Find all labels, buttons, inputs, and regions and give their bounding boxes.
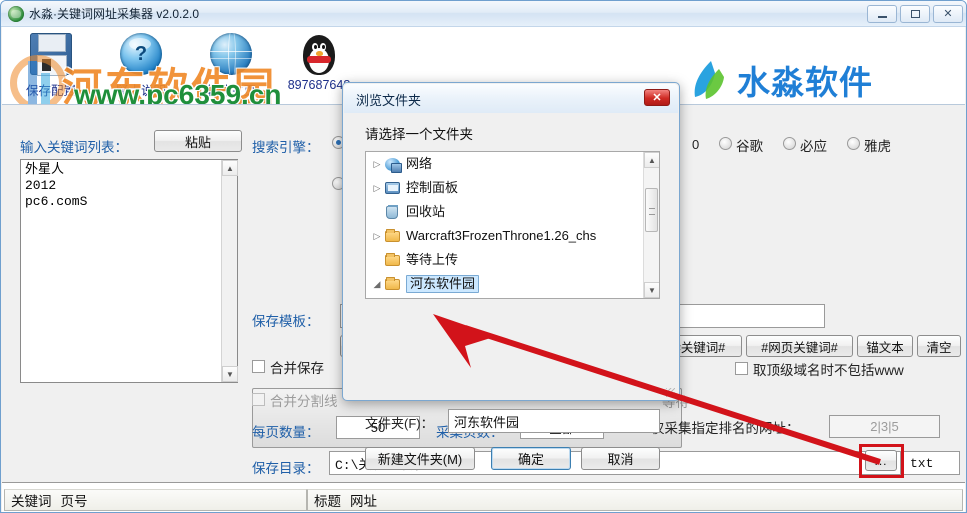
results-grid: 关键词 页号 标题 网址 xyxy=(2,482,965,512)
toolbar-label-homepage: 软件主页 xyxy=(205,84,256,98)
grid-column-title: 标题 xyxy=(314,494,341,509)
close-icon: ✕ xyxy=(652,92,662,104)
tree-item-child-folder[interactable] xyxy=(366,296,659,298)
question-sphere-icon xyxy=(118,33,164,79)
label-exclude-www[interactable]: 取顶级域名时不包括www xyxy=(753,359,904,379)
save-dir-label: 保存目录： xyxy=(252,461,320,476)
tree-item-hedong-software[interactable]: ◢ 河东软件园 xyxy=(366,272,659,296)
tree-label: 河东软件园 xyxy=(406,275,480,293)
close-button[interactable]: ✕ xyxy=(933,5,963,23)
browse-folder-dialog: 浏览文件夹 ✕ 请选择一个文件夹 ▷ 网络 ▷ 控制面板 回收站 ▷ Warcr… xyxy=(342,82,680,470)
keyword-list-textarea[interactable]: 外星人 2012 pc6.comS ▲ ▼ xyxy=(20,159,238,383)
label-merge-split-line[interactable]: 合并分割线 xyxy=(270,390,338,410)
per-page-label: 每页数量： xyxy=(252,425,320,440)
paste-button[interactable]: 粘贴 xyxy=(154,130,242,152)
search-engine-label: 搜索引擎： xyxy=(252,140,320,155)
checkbox-merge-split-line[interactable] xyxy=(252,393,265,406)
title-bar: 水淼·关键词网址采集器 v2.0.2.0 ✕ xyxy=(1,1,966,27)
ok-button[interactable]: 确定 xyxy=(491,447,571,470)
toolbar-label-save-config: 保存配置 xyxy=(25,84,76,98)
label-rank-only[interactable]: 仅采集指定排名的网址： xyxy=(651,417,800,437)
tree-label: 网络 xyxy=(406,156,433,171)
resize-grip-icon[interactable] xyxy=(666,388,675,397)
folder-icon xyxy=(384,228,402,244)
minimize-button[interactable] xyxy=(867,5,897,23)
brand-banner: 水淼软件 xyxy=(689,57,873,103)
browse-button-highlight-box xyxy=(859,444,904,478)
scroll-down-icon[interactable]: ▼ xyxy=(222,366,238,382)
tree-label: 控制面板 xyxy=(406,180,459,195)
rank-input[interactable]: 2|3|5 xyxy=(829,415,940,438)
brand-name: 水淼软件 xyxy=(737,64,873,101)
radio-engine-yahoo[interactable] xyxy=(847,137,860,150)
expander-icon[interactable]: ▷ xyxy=(370,159,384,170)
globe-icon xyxy=(208,33,254,79)
keyword-list-scrollbar[interactable]: ▲ ▼ xyxy=(221,160,238,382)
grid-column-keyword: 关键词 xyxy=(11,494,52,509)
tree-item-pending-upload[interactable]: 等待上传 xyxy=(366,248,659,272)
dialog-title: 浏览文件夹 xyxy=(356,93,422,108)
scrollbar-thumb[interactable] xyxy=(645,188,658,232)
close-icon: ✕ xyxy=(943,7,953,20)
toolbar-label-help: 疑点说明 xyxy=(115,84,166,98)
toolbar-item-save-config[interactable]: 保存配置 xyxy=(6,31,96,99)
folder-name-input[interactable]: 河东软件园 xyxy=(448,409,660,433)
toolbar-item-homepage[interactable]: 软件主页 xyxy=(186,31,276,99)
cancel-button[interactable]: 取消 xyxy=(581,447,660,470)
tree-item-network[interactable]: ▷ 网络 xyxy=(366,152,659,176)
expander-icon[interactable]: ◢ xyxy=(370,279,384,290)
tree-label: Warcraft3FrozenThrone1.26_chs xyxy=(406,228,597,243)
app-icon xyxy=(8,6,24,22)
scroll-up-icon[interactable]: ▲ xyxy=(222,160,238,176)
radio-engine-google[interactable] xyxy=(719,137,732,150)
maximize-button[interactable] xyxy=(900,5,930,23)
partial-number-text: 0 xyxy=(692,137,700,152)
checkbox-merge-save[interactable] xyxy=(252,360,265,373)
toolbar-item-help[interactable]: 疑点说明 xyxy=(96,31,186,99)
folder-tree[interactable]: ▷ 网络 ▷ 控制面板 回收站 ▷ Warcraft3FrozenThrone1… xyxy=(365,151,660,299)
scroll-down-icon[interactable]: ▼ xyxy=(644,282,659,298)
control-panel-icon xyxy=(384,180,402,196)
keyword-list-value: 外星人 2012 pc6.comS xyxy=(25,162,88,209)
tree-label: 回收站 xyxy=(406,204,446,219)
keyword-list-label: 输入关键词列表： xyxy=(20,140,128,155)
template-button-anchor-text[interactable]: 锚文本 xyxy=(857,335,913,357)
leaf-logo-icon xyxy=(694,61,724,99)
recycle-bin-icon xyxy=(384,204,402,220)
scroll-up-icon[interactable]: ▲ xyxy=(644,152,659,168)
grid-column-url: 网址 xyxy=(350,494,377,509)
radio-label-bing[interactable]: 必应 xyxy=(800,135,827,155)
extension-input[interactable]: txt xyxy=(900,451,960,475)
grid-header-right[interactable]: 标题 网址 xyxy=(307,489,963,511)
floppy-disk-icon xyxy=(28,33,74,79)
expander-icon[interactable]: ▷ xyxy=(370,183,384,194)
template-button-page-keyword[interactable]: #网页关键词# xyxy=(746,335,853,357)
new-folder-button[interactable]: 新建文件夹(M) xyxy=(365,447,475,470)
save-template-label: 保存模板： xyxy=(252,314,320,329)
radio-label-google[interactable]: 谷歌 xyxy=(736,135,763,155)
tree-item-recycle-bin[interactable]: 回收站 xyxy=(366,200,659,224)
checkbox-exclude-www[interactable] xyxy=(735,362,748,375)
template-button-clear[interactable]: 清空 xyxy=(917,335,961,357)
tree-item-warcraft-folder[interactable]: ▷ Warcraft3FrozenThrone1.26_chs xyxy=(366,224,659,248)
dialog-prompt: 请选择一个文件夹 xyxy=(365,127,473,142)
expander-icon[interactable]: ▷ xyxy=(370,231,384,242)
tree-label: 等待上传 xyxy=(406,252,459,267)
radio-engine-bing[interactable] xyxy=(783,137,796,150)
tree-scrollbar[interactable]: ▲ ▼ xyxy=(643,152,659,298)
network-icon xyxy=(384,156,402,173)
grid-header-left[interactable]: 关键词 页号 xyxy=(4,489,307,511)
label-merge-save[interactable]: 合并保存 xyxy=(270,357,324,377)
folder-icon xyxy=(384,276,402,292)
folder-name-label: 文件夹(F)： xyxy=(365,416,434,431)
window-title: 水淼·关键词网址采集器 v2.0.2.0 xyxy=(29,7,200,21)
dialog-close-button[interactable]: ✕ xyxy=(644,89,670,106)
qq-penguin-icon xyxy=(296,31,342,77)
radio-label-yahoo[interactable]: 雅虎 xyxy=(864,135,891,155)
grid-column-page-number: 页号 xyxy=(60,494,88,509)
folder-icon xyxy=(384,252,402,268)
dialog-title-bar: 浏览文件夹 ✕ xyxy=(344,84,678,113)
tree-item-control-panel[interactable]: ▷ 控制面板 xyxy=(366,176,659,200)
